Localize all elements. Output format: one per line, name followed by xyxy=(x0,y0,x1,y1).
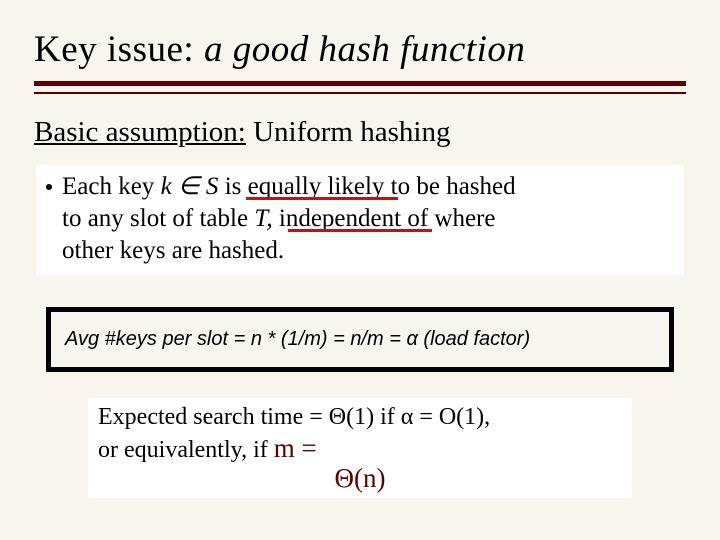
bullet-kins: k ∈ S xyxy=(161,173,219,200)
underline-equally xyxy=(246,197,398,200)
bullet-line2a: to any slot of table xyxy=(62,205,254,232)
slide-title: Key issue: a good hash function xyxy=(34,28,686,71)
expected-block: Expected search time = Θ(1) if α = O(1),… xyxy=(88,398,632,498)
bullet-indep: independent xyxy=(279,205,401,232)
title-emph: a good hash function xyxy=(204,29,525,70)
bullet-mid1: is xyxy=(218,173,247,200)
title-prefix: Key issue: xyxy=(34,29,204,70)
assumption-line: Basic assumption: Uniform hashing xyxy=(34,116,686,149)
bullet-line3: other keys are hashed. xyxy=(62,237,284,264)
title-rule-thin xyxy=(34,92,686,94)
expected-m-eq: m = xyxy=(274,433,317,463)
bullet-dot-icon xyxy=(46,184,52,190)
bullet-block: Each key k ∈ S is equally likely to be h… xyxy=(36,165,684,275)
bullet-pre: Each key xyxy=(62,173,161,200)
assumption-label: Basic assumption: xyxy=(34,116,246,148)
bullet-equally: equally likely xyxy=(248,173,385,200)
expected-theta-n: Θ(n) xyxy=(98,462,622,496)
title-rule-thick xyxy=(34,81,686,86)
underline-independent xyxy=(288,229,432,232)
assumption-text: Uniform hashing xyxy=(246,116,451,148)
bullet-line2b: of where xyxy=(401,205,495,232)
expected-row1: Expected search time = Θ(1) if α = O(1), xyxy=(98,404,490,430)
load-factor-text: Avg #keys per slot = n * (1/m) = n/m = α… xyxy=(65,328,530,350)
load-factor-box: Avg #keys per slot = n * (1/m) = n/m = α… xyxy=(46,307,674,372)
bullet-mid2: to be hashed xyxy=(384,173,515,200)
expected-row2: or equivalently, if xyxy=(98,437,274,463)
bullet-tcomma: T, xyxy=(254,205,279,232)
